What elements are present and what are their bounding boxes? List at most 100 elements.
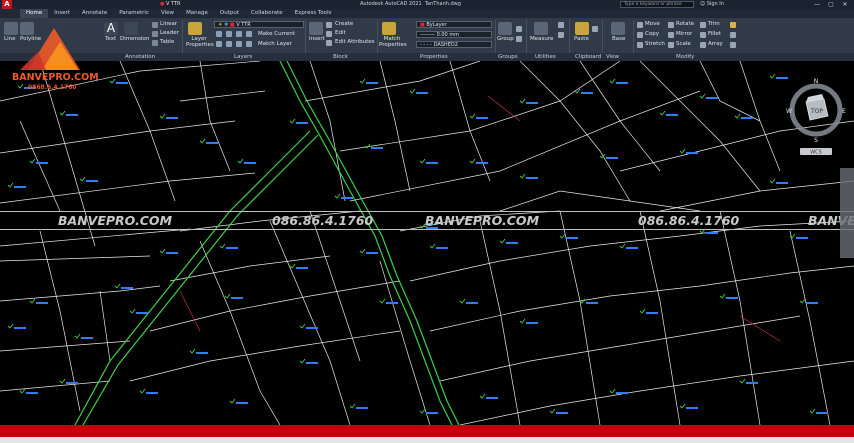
edit-tool-icon[interactable] [730, 22, 736, 28]
rotate-button[interactable]: Rotate [676, 21, 694, 28]
layer-tool-icon[interactable] [246, 31, 252, 37]
text-icon[interactable]: A [104, 22, 118, 35]
move-icon[interactable] [637, 22, 643, 28]
edit-block-icon[interactable] [326, 31, 332, 37]
dimension-button[interactable]: Dimension [120, 36, 149, 43]
sign-in-button[interactable]: ☺ Sign In [700, 0, 724, 9]
panel-groups[interactable]: Groups [498, 53, 518, 61]
drawing-canvas[interactable] [0, 61, 854, 425]
match-layer-button[interactable]: Match Layer [258, 41, 292, 48]
layer-tool-icon[interactable] [226, 31, 232, 37]
layer-tool-icon[interactable] [236, 31, 242, 37]
move-button[interactable]: Move [645, 21, 660, 28]
tab-express-tools[interactable]: Express Tools [289, 9, 338, 18]
fillet-icon[interactable] [700, 32, 706, 38]
tab-parametric[interactable]: Parametric [113, 9, 155, 18]
insert-button[interactable]: Insert [309, 36, 325, 43]
leader-icon[interactable] [152, 31, 158, 37]
viewcube[interactable]: TOP N S W E WCS [784, 72, 848, 162]
modify-tool-icon[interactable] [730, 42, 736, 48]
group-button[interactable]: Group [497, 36, 514, 43]
table-button[interactable]: Table [160, 39, 174, 46]
layer-dropdown[interactable]: ☀ ❄ ■ V TTR [214, 21, 304, 28]
panel-modify[interactable]: Modify [676, 53, 694, 61]
rotate-icon[interactable] [668, 22, 674, 28]
linear-icon[interactable] [152, 22, 158, 28]
panel-view[interactable]: View [606, 53, 619, 61]
base-view-icon[interactable] [611, 22, 625, 35]
quick-layer[interactable]: ● V TTR [160, 1, 180, 7]
copy-button[interactable]: Copy [645, 31, 659, 38]
tab-view[interactable]: View [155, 9, 180, 18]
text-button[interactable]: Text [105, 36, 116, 43]
utility-tool-icon[interactable] [558, 32, 564, 38]
color-dropdown[interactable]: ■ ByLayer [416, 21, 492, 28]
group-icon[interactable] [498, 22, 512, 35]
utility-tool-icon[interactable] [558, 22, 564, 28]
close-button[interactable]: ✕ [840, 0, 850, 9]
measure-icon[interactable] [534, 22, 548, 35]
parcel-label-mark [626, 247, 638, 249]
scale-button[interactable]: Scale [676, 41, 691, 48]
paste-button[interactable]: Paste [574, 36, 589, 43]
dimension-icon[interactable] [124, 22, 138, 35]
layer-properties-button[interactable]: Layer Properties [186, 36, 214, 48]
panel-annotation[interactable]: Annotation [125, 53, 155, 61]
lineweight-dropdown[interactable]: ——— 0.00 mm [416, 31, 492, 38]
layer-tool-icon[interactable] [226, 41, 232, 47]
panel-layers[interactable]: Layers [234, 53, 252, 61]
layer-properties-icon[interactable] [188, 22, 202, 35]
modify-tool-icon[interactable] [730, 32, 736, 38]
match-properties-icon[interactable] [382, 22, 396, 35]
array-button[interactable]: Array [708, 41, 723, 48]
panel-utilities[interactable]: Utilities [535, 53, 556, 61]
group-tool-icon[interactable] [516, 26, 522, 32]
group-tool-icon[interactable] [516, 36, 522, 42]
maximize-button[interactable]: ▢ [826, 0, 836, 9]
panel-block[interactable]: Block [333, 53, 348, 61]
base-view-button[interactable]: Base [612, 36, 625, 43]
autocad-logo-icon[interactable]: A [2, 0, 12, 9]
panel-properties[interactable]: Properties [420, 53, 448, 61]
linetype-dropdown[interactable]: - - - - DASHED2 [416, 41, 492, 48]
edit-block-button[interactable]: Edit [335, 30, 346, 37]
insert-icon[interactable] [309, 22, 323, 35]
copy-clip-icon[interactable] [592, 26, 598, 32]
mirror-button[interactable]: Mirror [676, 31, 692, 38]
copy-icon[interactable] [637, 32, 643, 38]
measure-button[interactable]: Measure [530, 36, 553, 43]
match-properties-button[interactable]: Match Properties [379, 36, 407, 48]
create-block-icon[interactable] [326, 22, 332, 28]
edit-attributes-icon[interactable] [326, 40, 332, 46]
array-icon[interactable] [700, 42, 706, 48]
stretch-icon[interactable] [637, 42, 643, 48]
navigation-bar[interactable] [840, 168, 854, 258]
tab-insert[interactable]: Insert [48, 9, 76, 18]
leader-button[interactable]: Leader [160, 30, 179, 37]
mirror-icon[interactable] [668, 32, 674, 38]
fillet-button[interactable]: Fillet [708, 31, 721, 38]
tab-home[interactable]: Home [20, 9, 49, 18]
table-icon[interactable] [152, 40, 158, 46]
scale-icon[interactable] [668, 42, 674, 48]
layer-tool-icon[interactable] [236, 41, 242, 47]
tab-annotate[interactable]: Annotate [76, 9, 113, 18]
search-input[interactable]: Type a keyword or phrase [620, 1, 694, 8]
trim-button[interactable]: Trim [708, 21, 720, 28]
layer-tool-icon[interactable] [216, 41, 222, 47]
layer-tool-icon[interactable] [246, 41, 252, 47]
panel-clipboard[interactable]: Clipboard [575, 53, 601, 61]
paste-icon[interactable] [575, 22, 589, 35]
edit-attributes-button[interactable]: Edit Attributes [335, 39, 375, 46]
tab-output[interactable]: Output [214, 9, 245, 18]
minimize-button[interactable]: — [812, 0, 822, 9]
tab-collaborate[interactable]: Collaborate [245, 9, 289, 18]
parcel-label-mark [416, 92, 428, 94]
stretch-button[interactable]: Stretch [645, 41, 665, 48]
tab-manage[interactable]: Manage [180, 9, 214, 18]
make-current-button[interactable]: Make Current [258, 31, 295, 38]
create-block-button[interactable]: Create [335, 21, 353, 28]
layer-tool-icon[interactable] [216, 31, 222, 37]
trim-icon[interactable] [700, 22, 706, 28]
linear-button[interactable]: Linear [160, 21, 177, 28]
